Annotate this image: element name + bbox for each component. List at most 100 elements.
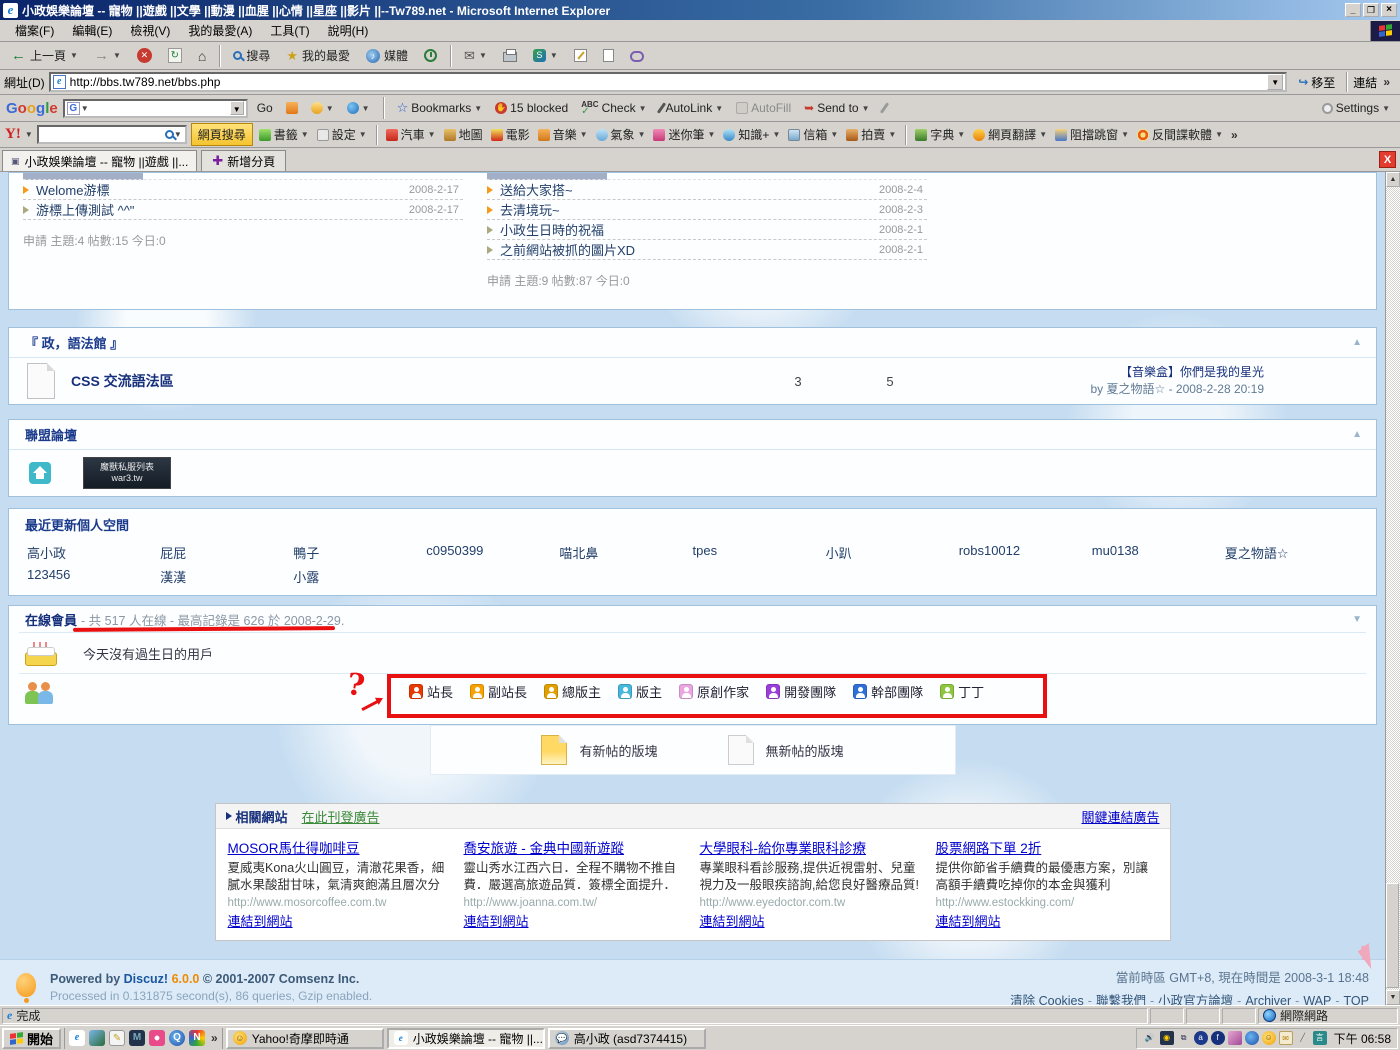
yahoo-minipen-button[interactable]: 迷你筆▼	[651, 125, 717, 144]
topic-row[interactable]: 送給大家搭~2008-2-4	[487, 180, 927, 200]
bookmarks-caret-icon[interactable]: ▼	[474, 104, 482, 113]
official-forum-link[interactable]: 小政官方論壇	[1158, 994, 1233, 1006]
outlook-quicklaunch-icon[interactable]: ✎	[109, 1030, 125, 1046]
collapse-chevron-icon[interactable]: ▲	[1352, 429, 1362, 440]
topic-row[interactable]: Welome游標2008-2-17	[23, 180, 463, 200]
keyword-ads-link[interactable]: 關鍵連結廣告	[1081, 807, 1159, 826]
google-spellcheck-button[interactable]: ABC✓Check▼	[577, 99, 650, 117]
topic-row[interactable]: 去清境玩~2008-2-3	[487, 200, 927, 220]
menu-file[interactable]: 檔案(F)	[6, 20, 63, 41]
contact-link[interactable]: 聯繫我們	[1096, 994, 1146, 1006]
volume-tray-icon[interactable]: 🔊	[1143, 1031, 1157, 1045]
forward-button[interactable]: →▼	[87, 44, 128, 67]
space-link[interactable]: 鴨子	[293, 543, 426, 563]
close-button[interactable]: ×	[1381, 3, 1397, 17]
yahoo-movies-button[interactable]: 電影	[489, 125, 532, 144]
mail-dropdown-caret-icon[interactable]: ▼	[479, 51, 487, 60]
comment-caret-icon[interactable]: ▼	[362, 104, 370, 113]
refresh-button[interactable]: ↻	[161, 45, 189, 66]
home-button[interactable]: ⌂	[191, 45, 213, 67]
space-link[interactable]: 夏之物語☆	[1225, 543, 1358, 563]
space-link[interactable]: 高小政	[27, 543, 160, 563]
menu-tools[interactable]: 工具(T)	[261, 20, 318, 41]
space-link[interactable]: 小露	[293, 567, 426, 587]
stop-button[interactable]: ✕	[130, 45, 159, 66]
clear-cookies-link[interactable]: 清除 Cookies	[1010, 994, 1084, 1006]
media-button[interactable]: ♪媒體	[359, 44, 415, 67]
settings-caret-icon[interactable]: ▼	[1382, 104, 1390, 113]
sendto-caret-icon[interactable]: ▼	[862, 104, 870, 113]
space-link[interactable]: 漢漢	[160, 567, 293, 587]
google-popup-blocked-button[interactable]: ✋15 blocked	[491, 99, 572, 117]
check-caret-icon[interactable]: ▼	[639, 104, 647, 113]
quicktime-quicklaunch-icon[interactable]: Q	[169, 1030, 185, 1046]
mail-tray-icon[interactable]: ✉	[1279, 1031, 1293, 1045]
space-link[interactable]: 123456	[27, 567, 160, 587]
yahoo-overflow-chevron[interactable]: »	[1231, 128, 1238, 142]
minimize-button[interactable]: _	[1345, 3, 1361, 17]
go-button[interactable]: ↪移至	[1291, 72, 1342, 93]
start-button[interactable]: 開始	[2, 1028, 61, 1049]
print-button[interactable]	[496, 46, 524, 65]
yahoo-logo-caret-icon[interactable]: ▼	[25, 130, 33, 139]
yahoo-translate-button[interactable]: 網頁翻譯▼	[971, 125, 1049, 144]
task-yahoo-messenger[interactable]: ☺Yahoo!奇摩即時通	[226, 1028, 384, 1049]
ie-quicklaunch-icon[interactable]: e	[69, 1030, 85, 1046]
topic-row[interactable]: 游標上傳測試 ^^"2008-2-17	[23, 200, 463, 220]
war3-banner-link[interactable]: 魔獸私服列表war3.tw	[83, 457, 171, 489]
messenger-smiley-tray-icon[interactable]: ☺	[1262, 1031, 1276, 1045]
discuss-button[interactable]	[623, 46, 651, 65]
ad-title-link[interactable]: 大學眼科-給你專業眼科診療	[700, 837, 922, 857]
yahoo-web-search-button[interactable]: 網頁搜尋	[191, 123, 253, 146]
bubble-app-tray-icon[interactable]	[1245, 1031, 1259, 1045]
yahoo-music-button[interactable]: 音樂▼	[536, 125, 590, 144]
legend-item[interactable]: 丁丁	[940, 682, 984, 701]
history-button[interactable]	[417, 46, 444, 65]
yahoo-knowledge-button[interactable]: 知識+▼	[721, 125, 782, 144]
legend-item[interactable]: 副站長	[470, 682, 527, 701]
grammar-section-header[interactable]: 『 政，語法館 』▲	[9, 328, 1376, 358]
online-header[interactable]: 在線會員 - 共 517 人在線 - 最高記錄是 626 於 2008-2-29…	[9, 606, 1376, 632]
google-highlight-button[interactable]	[879, 100, 890, 116]
space-link[interactable]: 小趴	[826, 543, 959, 563]
scroll-down-button[interactable]: ▼	[1386, 990, 1400, 1005]
caret-icon[interactable]: ▼	[888, 130, 896, 139]
address-input[interactable]: e http://bbs.tw789.net/bbs.php ▼	[49, 72, 1288, 92]
pagerank-caret-icon[interactable]: ▼	[326, 104, 334, 113]
ad-visit-link[interactable]: 連結到網站	[936, 914, 1001, 929]
yahoo-mail-button[interactable]: 信箱▼	[786, 125, 840, 144]
space-link[interactable]: 屁屁	[160, 543, 293, 563]
google-search-input[interactable]: G▼▼	[63, 99, 248, 118]
space-link[interactable]: tpes	[693, 543, 826, 563]
caret-icon[interactable]: ▼	[580, 130, 588, 139]
google-search-dropdown-icon[interactable]: ▼	[230, 101, 244, 115]
search-button[interactable]: 搜尋	[226, 44, 277, 67]
yahoo-maps-button[interactable]: 地圖	[442, 125, 485, 144]
ad-title-link[interactable]: 股票網路下單 2折	[936, 837, 1158, 857]
topic-row[interactable]: 小政生日時的祝福2008-2-1	[487, 220, 927, 240]
legend-item[interactable]: 站長	[409, 682, 453, 701]
yahoo-dictionary-button[interactable]: 字典▼	[913, 125, 967, 144]
caret-icon[interactable]: ▼	[638, 130, 646, 139]
legend-item[interactable]: 總版主	[544, 682, 601, 701]
caret-icon[interactable]: ▼	[428, 130, 436, 139]
discuz-link[interactable]: Discuz!	[124, 972, 168, 986]
address-dropdown-icon[interactable]: ▼	[1267, 74, 1283, 90]
google-page-rank-button[interactable]: ▼	[307, 100, 338, 116]
caret-icon[interactable]: ▼	[830, 130, 838, 139]
back-button[interactable]: ←上一頁▼	[4, 44, 85, 67]
quicklaunch-overflow-chevron[interactable]: »	[211, 1031, 218, 1045]
task-messenger-chat[interactable]: 💬高小政 (asd7374415)	[548, 1028, 706, 1049]
menu-favorites[interactable]: 我的最愛(A)	[179, 20, 261, 41]
space-link[interactable]: c0950399	[426, 543, 559, 563]
home-site-icon[interactable]	[29, 462, 51, 484]
ime-tray-icon[interactable]: 言	[1313, 1031, 1327, 1045]
google-comment-button[interactable]: ▼	[343, 100, 374, 116]
ad-visit-link[interactable]: 連結到網站	[464, 914, 529, 929]
ad-title-link[interactable]: MOSOR馬仕得咖啡豆	[228, 837, 450, 857]
box-app-tray-icon[interactable]	[1228, 1031, 1242, 1045]
collapse-chevron-icon[interactable]: ▲	[1352, 337, 1362, 348]
yahoo-bookmarks-button[interactable]: 書籤▼	[257, 125, 311, 144]
google-go-button[interactable]: Go	[253, 99, 277, 117]
legend-item[interactable]: 開發團隊	[766, 682, 836, 701]
